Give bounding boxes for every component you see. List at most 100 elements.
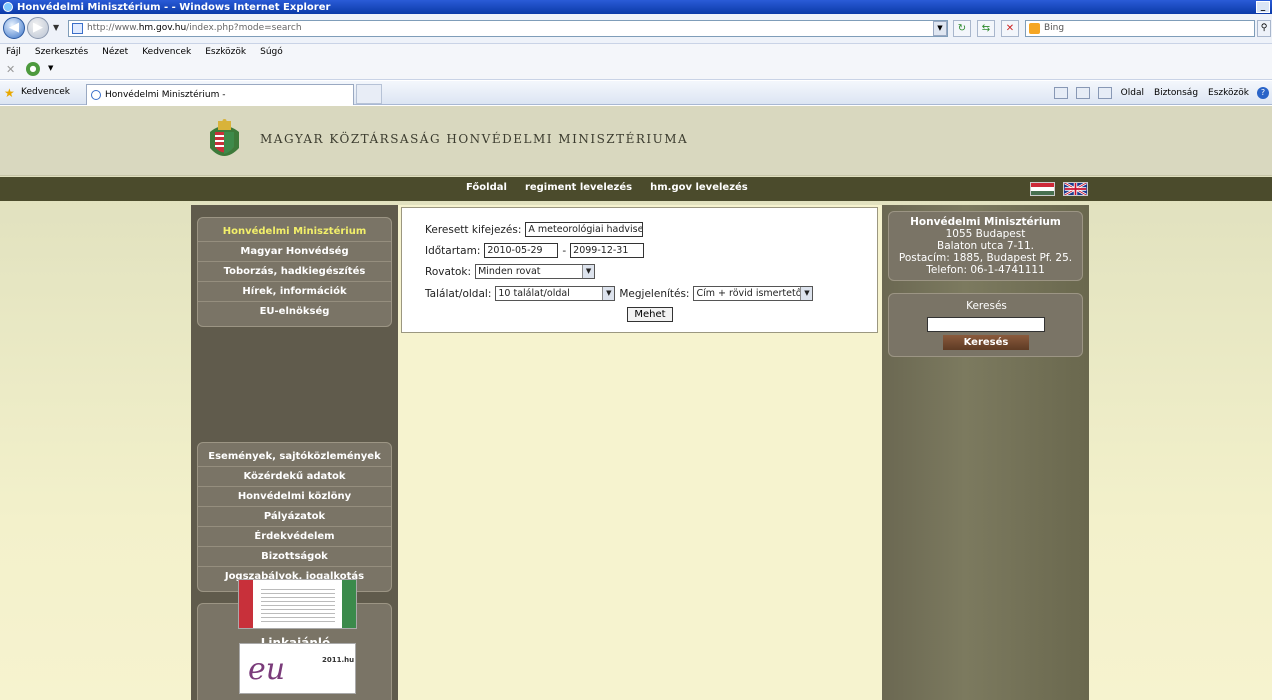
menu-item-events[interactable]: Események, sajtóközlemények bbox=[198, 447, 391, 467]
addon-icon[interactable]: ● bbox=[26, 62, 40, 76]
addon-toolbar: ✕ ● ▼ bbox=[0, 60, 1272, 80]
bing-icon bbox=[1029, 23, 1040, 34]
display-select[interactable]: Cím + rövid ismertető ▼ bbox=[693, 286, 814, 301]
menu-help[interactable]: Súgó bbox=[260, 47, 283, 57]
favorites-star-icon[interactable]: ★ bbox=[4, 86, 15, 100]
menu-item-public-data[interactable]: Közérdekű adatok bbox=[198, 467, 391, 487]
menu-item-eu-presidency[interactable]: EU-elnökség bbox=[198, 302, 391, 322]
menu-item-ministry[interactable]: Honvédelmi Minisztérium bbox=[198, 222, 391, 242]
query-input[interactable]: A meteorológiai hadvise bbox=[525, 222, 644, 237]
constitution-banner[interactable] bbox=[238, 579, 357, 629]
display-value: Cím + rövid ismertető bbox=[696, 288, 802, 299]
per-page-label: Találat/oldal: bbox=[425, 287, 492, 300]
section-label: Rovatok: bbox=[425, 265, 472, 278]
addon-dropdown-icon[interactable]: ▼ bbox=[48, 64, 53, 72]
safety-menu[interactable]: Biztonság bbox=[1154, 88, 1198, 98]
date-to-input[interactable]: 2099-12-31 bbox=[570, 243, 645, 258]
query-label: Keresett kifejezés: bbox=[425, 223, 522, 236]
eu-year: 2011.hu bbox=[322, 656, 355, 664]
main-content: Keresett kifejezés: A meteorológiai hadv… bbox=[398, 205, 882, 700]
chevron-down-icon: ▼ bbox=[582, 265, 595, 278]
section-value: Minden rovat bbox=[478, 266, 541, 277]
close-toolbar-icon[interactable]: ✕ bbox=[6, 63, 15, 76]
print-icon[interactable] bbox=[1097, 87, 1112, 99]
search-placeholder: Bing bbox=[1044, 23, 1065, 33]
ie-logo-icon bbox=[3, 2, 13, 12]
web-page: MAGYAR KÖZTÁRSASÁG HONVÉDELMI MINISZTÉRI… bbox=[0, 106, 1272, 700]
new-tab-button[interactable] bbox=[356, 84, 382, 104]
refresh-button[interactable]: ⇆ bbox=[977, 20, 995, 37]
url-domain: hm.gov.hu bbox=[138, 23, 187, 33]
forward-button[interactable]: ▶ bbox=[27, 17, 49, 39]
contact-postal: Postacím: 1885, Budapest Pf. 25. bbox=[898, 252, 1073, 264]
menu-item-advocacy[interactable]: Érdekvédelem bbox=[198, 527, 391, 547]
contact-city: 1055 Budapest bbox=[945, 228, 1026, 240]
chevron-down-icon: ▼ bbox=[800, 287, 813, 300]
hungarian-flag-icon[interactable] bbox=[1030, 182, 1055, 196]
menu-item-news[interactable]: Hírek, információk bbox=[198, 282, 391, 302]
url-path: /index.php?mode=search bbox=[186, 23, 302, 33]
tab-title: Honvédelmi Minisztérium - bbox=[105, 90, 226, 100]
menu-item-recruitment[interactable]: Toborzás, hadkiegészítés bbox=[198, 262, 391, 282]
menu-item-tenders[interactable]: Pályázatok bbox=[198, 507, 391, 527]
eu2011-banner[interactable]: eu 2011.hu bbox=[239, 643, 356, 694]
nav-hmgov-mail[interactable]: hm.gov levelezés bbox=[650, 182, 748, 193]
contact-phone: Telefon: 06-1-4741111 bbox=[926, 264, 1045, 276]
contact-box: Honvédelmi Minisztérium 1055 Budapest Ba… bbox=[888, 211, 1083, 281]
side-search-input[interactable] bbox=[927, 317, 1045, 332]
page-icon bbox=[72, 23, 83, 34]
date-separator: - bbox=[562, 244, 567, 257]
minimize-button[interactable]: _ bbox=[1256, 1, 1270, 13]
display-label: Megjelenítés: bbox=[619, 287, 690, 300]
tab-page-icon bbox=[91, 90, 101, 100]
site-title: MAGYAR KÖZTÁRSASÁG HONVÉDELMI MINISZTÉRI… bbox=[260, 132, 689, 146]
english-flag-icon[interactable] bbox=[1063, 182, 1088, 196]
favorites-button[interactable]: Kedvencek bbox=[21, 87, 70, 97]
nav-regiment-mail[interactable]: regiment levelezés bbox=[525, 182, 632, 193]
tools-menu[interactable]: Eszközök bbox=[1208, 88, 1249, 98]
right-sidebar: Honvédelmi Minisztérium 1055 Budapest Ba… bbox=[882, 205, 1089, 700]
menu-tools[interactable]: Eszközök bbox=[205, 47, 246, 57]
per-page-value: 10 találat/oldal bbox=[498, 288, 570, 299]
search-input[interactable]: Bing bbox=[1025, 20, 1255, 37]
window-title: Honvédelmi Minisztérium - - Windows Inte… bbox=[17, 1, 331, 13]
menu-view[interactable]: Nézet bbox=[102, 47, 128, 57]
feeds-icon[interactable] bbox=[1075, 87, 1090, 99]
menu-item-committees[interactable]: Bizottságok bbox=[198, 547, 391, 567]
secondary-menu: Események, sajtóközlemények Közérdekű ad… bbox=[197, 442, 392, 592]
side-search-button[interactable]: Keresés bbox=[943, 335, 1029, 350]
search-go-button[interactable]: ⚲ bbox=[1257, 20, 1271, 37]
period-label: Időtartam: bbox=[425, 244, 481, 257]
contact-org: Honvédelmi Minisztérium bbox=[910, 216, 1061, 228]
home-icon[interactable] bbox=[1053, 87, 1068, 99]
menu-edit[interactable]: Szerkesztés bbox=[35, 47, 88, 57]
top-navigation: Főoldal regiment levelezés hm.gov levele… bbox=[0, 177, 1272, 201]
document-lines bbox=[261, 586, 335, 622]
contact-street: Balaton utca 7-11. bbox=[936, 240, 1034, 252]
address-bar[interactable]: http://www.hm.gov.hu/index.php?mode=sear… bbox=[68, 20, 948, 37]
help-icon[interactable]: ? bbox=[1257, 87, 1269, 99]
submit-button[interactable]: Mehet bbox=[627, 307, 673, 322]
nav-home[interactable]: Főoldal bbox=[466, 182, 507, 193]
site-header: MAGYAR KÖZTÁRSASÁG HONVÉDELMI MINISZTÉRI… bbox=[0, 106, 1272, 176]
command-bar: Oldal Biztonság Eszközök ? bbox=[1050, 85, 1272, 101]
browser-tab[interactable]: Honvédelmi Minisztérium - bbox=[86, 84, 354, 105]
address-dropdown-button[interactable]: ▼ bbox=[933, 21, 947, 36]
favorites-bar: ★ Kedvencek Honvédelmi Minisztérium - Ol… bbox=[0, 81, 1272, 105]
compatibility-button[interactable]: ↻ bbox=[953, 20, 971, 37]
page-menu[interactable]: Oldal bbox=[1121, 88, 1144, 98]
menu-item-army[interactable]: Magyar Honvédség bbox=[198, 242, 391, 262]
date-from-input[interactable]: 2010-05-29 bbox=[484, 243, 559, 258]
back-button[interactable]: ◀ bbox=[3, 17, 25, 39]
window-title-bar: Honvédelmi Minisztérium - - Windows Inte… bbox=[0, 0, 1272, 14]
menu-bar: Fájl Szerkesztés Nézet Kedvencek Eszközö… bbox=[0, 44, 1272, 60]
section-select[interactable]: Minden rovat ▼ bbox=[475, 264, 596, 279]
menu-favorites[interactable]: Kedvencek bbox=[142, 47, 191, 57]
menu-item-gazette[interactable]: Honvédelmi közlöny bbox=[198, 487, 391, 507]
per-page-select[interactable]: 10 találat/oldal ▼ bbox=[495, 286, 616, 301]
address-toolbar: ◀ ▶ ▼ http://www.hm.gov.hu/index.php?mod… bbox=[0, 14, 1272, 44]
stop-button[interactable]: ✕ bbox=[1001, 20, 1019, 37]
menu-file[interactable]: Fájl bbox=[6, 47, 21, 57]
recent-pages-dropdown[interactable]: ▼ bbox=[53, 23, 59, 32]
chevron-down-icon: ▼ bbox=[602, 287, 615, 300]
